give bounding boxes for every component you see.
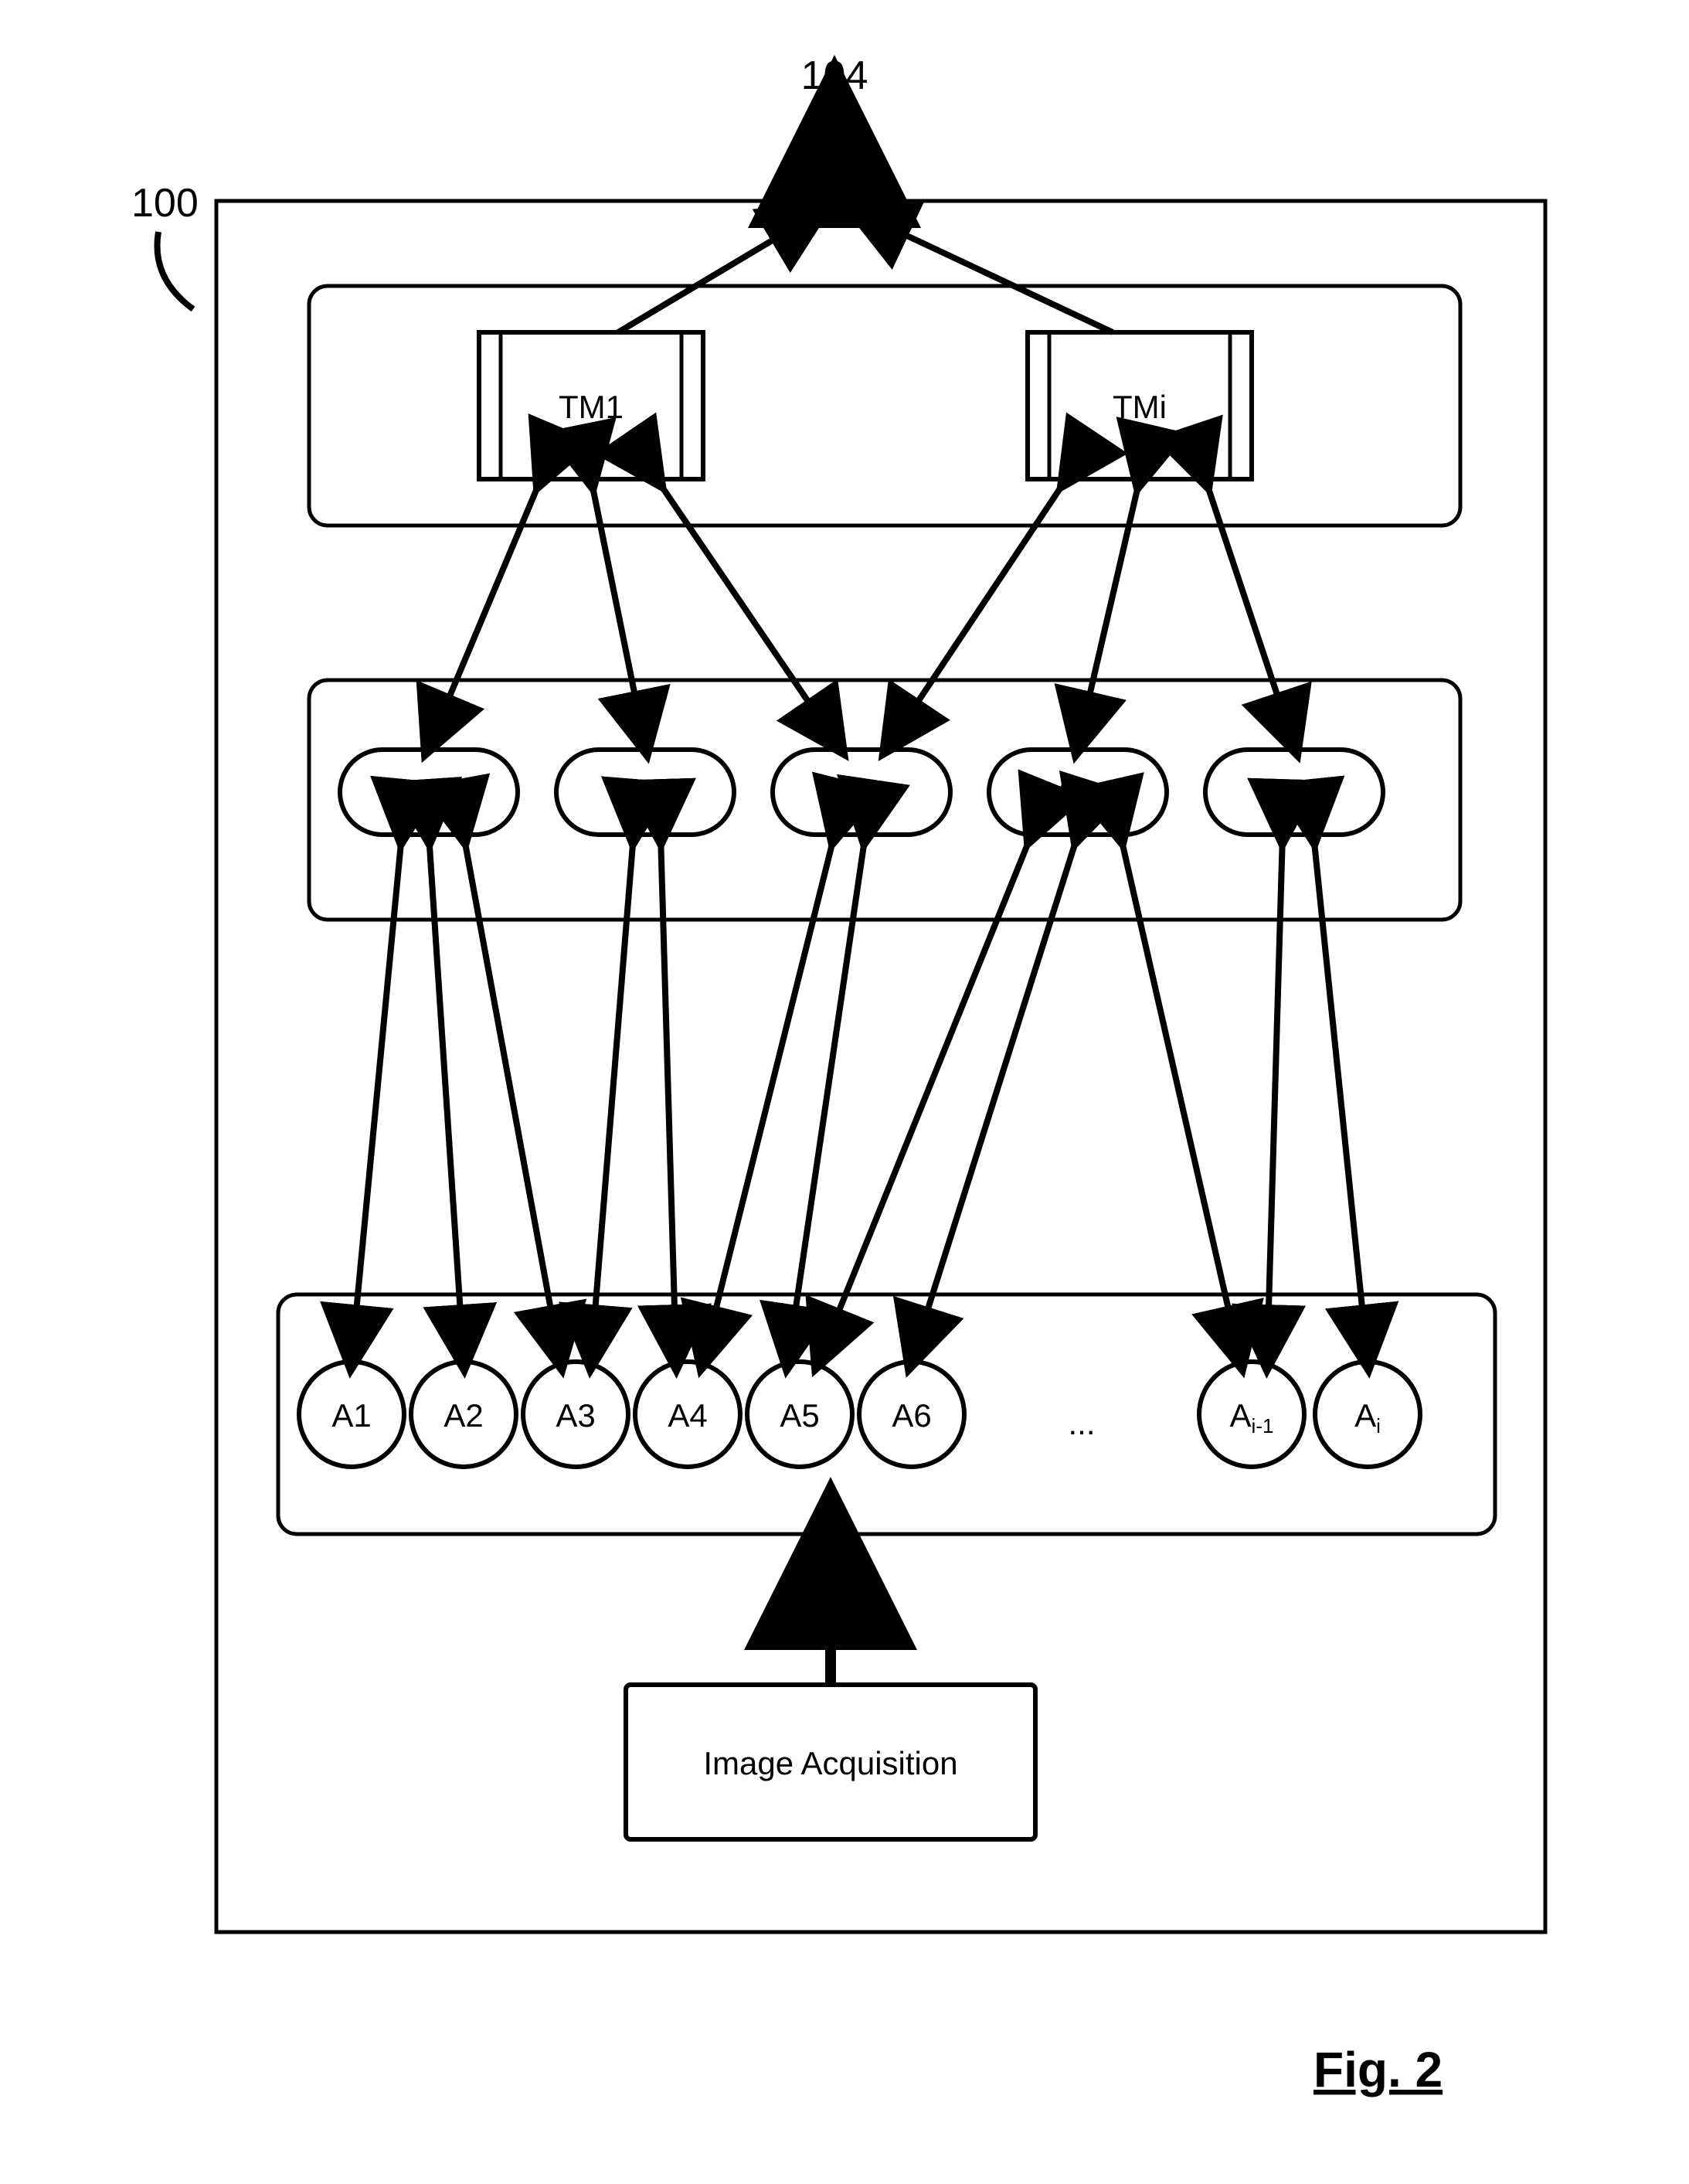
svg-text:S4: S4 [1058, 775, 1097, 811]
svg-text:Si: Si [1279, 775, 1308, 811]
a-node-6: A6 [859, 1362, 964, 1467]
diagram-canvas: 104 100 TM1 TMi S1 S2 S3 S4 Si A1 A2 A3 … [0, 0, 1689, 2184]
figure-label: Fig. 2 [1313, 2042, 1443, 2097]
arrow-tmi-out [858, 213, 1113, 332]
svg-text:A5: A5 [780, 1397, 819, 1434]
a-node-im1: Ai-1 [1199, 1362, 1304, 1467]
svg-text:A6: A6 [892, 1397, 931, 1434]
system-frame [216, 201, 1545, 1932]
a-node-3: A3 [523, 1362, 628, 1467]
svg-text:TM1: TM1 [559, 389, 624, 425]
s-node-1: S1 [340, 750, 518, 835]
a-node-i: Ai [1315, 1362, 1420, 1467]
tm-node-1: TM1 [479, 332, 703, 479]
a-node-2: A2 [411, 1362, 516, 1467]
svg-text:S1: S1 [409, 775, 448, 811]
a-node-5: A5 [747, 1362, 852, 1467]
svg-text:S2: S2 [625, 775, 664, 811]
tm-node-i: TMi [1028, 332, 1252, 479]
arrows-tm-s [429, 479, 1294, 746]
a-node-4: A4 [635, 1362, 740, 1467]
svg-text:A3: A3 [556, 1397, 595, 1434]
svg-text:A2: A2 [443, 1397, 483, 1434]
ref-100: 100 [131, 181, 199, 226]
s-node-i: Si [1205, 750, 1383, 835]
svg-text:TMi: TMi [1113, 389, 1167, 425]
svg-text:S3: S3 [841, 775, 881, 811]
a-ellipsis: ... [1068, 1405, 1095, 1441]
s-node-4: S4 [989, 750, 1167, 835]
arrow-tm1-out [618, 213, 819, 332]
s-node-3: S3 [773, 750, 950, 835]
s-node-2: S2 [556, 750, 734, 835]
svg-text:A1: A1 [331, 1397, 371, 1434]
svg-text:A4: A4 [668, 1397, 707, 1434]
ref-104: 104 [801, 53, 868, 98]
image-acquisition-label: Image Acquisition [703, 1745, 957, 1781]
arrows-s-a [352, 835, 1368, 1360]
ref-100-pointer [157, 232, 193, 309]
a-node-1: A1 [299, 1362, 404, 1467]
